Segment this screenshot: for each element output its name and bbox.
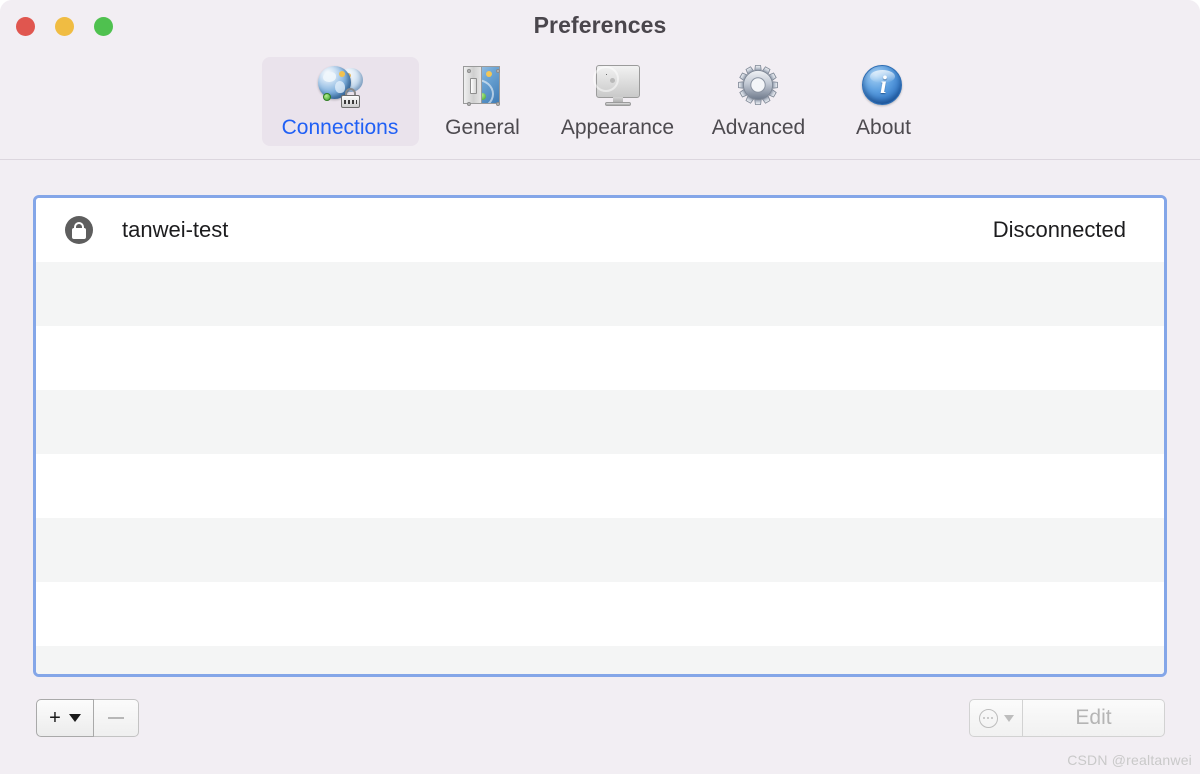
table-row[interactable] (36, 326, 1164, 390)
table-row[interactable] (36, 518, 1164, 582)
connections-table-body: tanwei-test Disconnected (36, 198, 1164, 674)
table-row[interactable] (36, 582, 1164, 646)
row-lock-cell (36, 216, 122, 244)
title-bar: Preferences (0, 0, 1200, 52)
toolbar-item-appearance[interactable]: Appearance (547, 57, 689, 146)
toolbar-label-general: General (445, 116, 520, 139)
plus-icon: + (49, 707, 61, 729)
toolbar-item-advanced[interactable]: Advanced (689, 57, 829, 146)
monitor-icon (592, 64, 642, 110)
toolbar-item-about[interactable]: i About (829, 57, 939, 146)
toolbar-item-connections[interactable]: Connections (261, 57, 419, 146)
connection-status: Disconnected (992, 217, 1126, 242)
connection-name: tanwei-test (122, 217, 229, 242)
toolbar-item-general[interactable]: General (419, 57, 547, 146)
table-row[interactable] (36, 262, 1164, 326)
page-title: Preferences (533, 12, 667, 38)
remove-connection-button[interactable] (94, 699, 139, 737)
connections-table[interactable]: tanwei-test Disconnected (33, 195, 1167, 677)
add-remove-group: + (36, 699, 139, 737)
toolbar-label-advanced: Advanced (711, 116, 806, 139)
lock-icon (65, 216, 93, 244)
add-connection-button[interactable]: + (36, 699, 94, 737)
preferences-window: Preferences Connections General Appearan… (0, 0, 1200, 774)
table-row[interactable] (36, 454, 1164, 518)
minus-icon (108, 717, 124, 719)
watermark: CSDN @realtanwei (1067, 752, 1192, 768)
table-row[interactable] (36, 390, 1164, 454)
table-row[interactable]: tanwei-test Disconnected (36, 198, 1164, 262)
switch-plate-icon (459, 64, 507, 110)
chevron-down-icon (68, 714, 81, 722)
gear-icon (735, 64, 783, 110)
edit-button[interactable]: Edit (1023, 699, 1165, 737)
table-row[interactable] (36, 646, 1164, 674)
globes-lock-icon (316, 64, 364, 110)
toolbar-label-about: About (856, 116, 911, 139)
toolbar-label-connections: Connections (281, 116, 399, 139)
preferences-toolbar: Connections General Appearance Advanced … (0, 52, 1200, 160)
ellipsis-circle-icon (978, 708, 998, 728)
action-edit-group: Edit (969, 699, 1165, 737)
action-menu-button[interactable] (969, 699, 1023, 737)
info-circle-icon: i (860, 64, 908, 110)
toolbar-label-appearance: Appearance (560, 116, 675, 139)
connections-pane: tanwei-test Disconnected + Edit (0, 160, 1200, 774)
chevron-down-icon (1003, 714, 1014, 722)
